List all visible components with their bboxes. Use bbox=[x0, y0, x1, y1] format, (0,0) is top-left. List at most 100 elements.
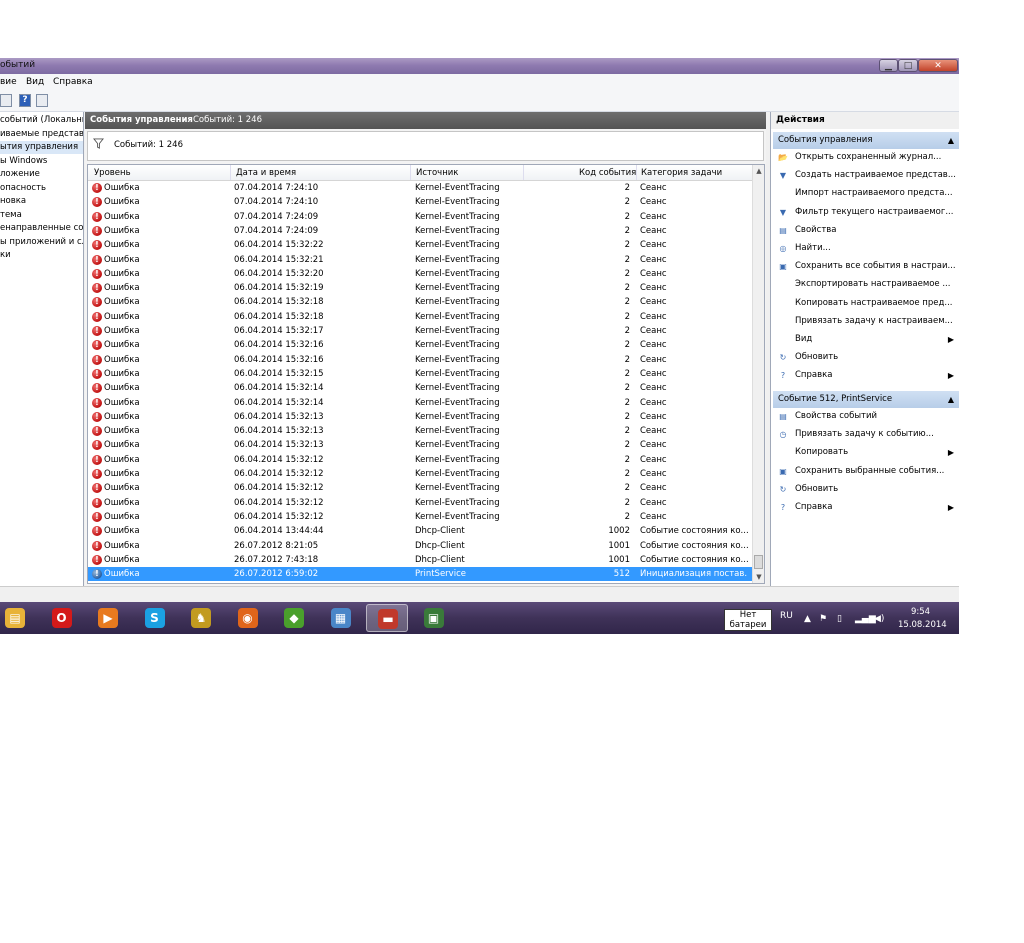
close-button[interactable]: ✕ bbox=[918, 59, 958, 72]
tree-item[interactable]: ы приложений и сл bbox=[0, 236, 83, 249]
table-row[interactable]: ! Ошибка 06.04.2014 15:32:12 Kernel-EventTr… bbox=[88, 453, 752, 467]
menu-help[interactable]: Справка bbox=[53, 77, 93, 87]
menu-view[interactable]: Вид bbox=[26, 77, 44, 87]
table-row[interactable]: ! Ошибка 06.04.2014 15:32:16 Kernel-EventTr… bbox=[88, 338, 752, 352]
table-row[interactable]: ! Ошибка 07.04.2014 7:24:10 Kernel-EventTra… bbox=[88, 195, 752, 209]
table-row[interactable]: ! Ошибка 06.04.2014 15:32:13 Kernel-EventTr… bbox=[88, 438, 752, 452]
action-item[interactable]: ▤ Свойства событий bbox=[773, 408, 959, 425]
taskbar-button[interactable]: S bbox=[134, 604, 176, 632]
table-row[interactable]: ! Ошибка 07.04.2014 7:24:09 Kernel-EventTra… bbox=[88, 224, 752, 238]
action-item[interactable]: ▼ Фильтр текущего настраиваемог... bbox=[773, 204, 959, 221]
table-row[interactable]: ! Ошибка 06.04.2014 15:32:17 Kernel-EventTr… bbox=[88, 324, 752, 338]
action-item[interactable]: Привязать задачу к настраиваем... bbox=[773, 313, 959, 330]
table-row[interactable]: ! Ошибка 26.07.2012 7:43:18 Dhcp-Client 1001… bbox=[88, 553, 752, 567]
cell-task-category: Сеанс bbox=[640, 411, 667, 422]
action-item[interactable]: ▣ Сохранить выбранные события... bbox=[773, 463, 959, 480]
clock-time[interactable]: 9:54 bbox=[911, 607, 930, 617]
battery-icon[interactable]: ▯ bbox=[837, 614, 842, 624]
table-row[interactable]: ! Ошибка 26.07.2012 6:59:02 PrintService 512… bbox=[88, 567, 752, 582]
volume-icon[interactable]: ◀) bbox=[874, 614, 884, 624]
table-row[interactable]: ! Ошибка 06.04.2014 15:32:12 Kernel-EventTr… bbox=[88, 481, 752, 495]
table-vertical-scrollbar[interactable]: ▲ ▼ bbox=[752, 165, 764, 583]
column-event-code[interactable]: Код события bbox=[579, 168, 636, 178]
table-row[interactable]: ! Ошибка 06.04.2014 15:32:19 Kernel-EventTr… bbox=[88, 281, 752, 295]
show-hide-actions-icon[interactable] bbox=[36, 94, 48, 107]
action-item[interactable]: ▣ Сохранить все события в настраи... bbox=[773, 258, 959, 275]
taskbar-button[interactable]: ▤ bbox=[0, 604, 36, 632]
clock-date[interactable]: 15.08.2014 bbox=[898, 620, 947, 630]
table-row[interactable]: ! Ошибка 07.04.2014 7:24:09 Kernel-EventTra… bbox=[88, 210, 752, 224]
column-date[interactable]: Дата и время bbox=[236, 168, 296, 178]
table-row[interactable]: ! Ошибка 26.07.2012 8:21:05 Dhcp-Client 1001… bbox=[88, 539, 752, 553]
tray-expand-icon[interactable]: ▲ bbox=[804, 614, 811, 624]
action-item[interactable]: Вид ▶ bbox=[773, 331, 959, 348]
event-section-header[interactable]: Событие 512, PrintService ▲ bbox=[773, 391, 959, 408]
tree-item[interactable]: ы Windows bbox=[0, 155, 83, 168]
collapse-icon[interactable]: ▲ bbox=[948, 132, 954, 149]
table-row[interactable]: ! Ошибка 06.04.2014 15:32:12 Kernel-EventTr… bbox=[88, 510, 752, 524]
table-row[interactable]: ! Ошибка 06.04.2014 15:32:13 Kernel-EventTr… bbox=[88, 424, 752, 438]
tree-item[interactable]: ки bbox=[0, 249, 83, 262]
taskbar-button[interactable]: ♞ bbox=[180, 604, 222, 632]
taskbar-button[interactable]: ▶ bbox=[87, 604, 129, 632]
collapse-icon[interactable]: ▲ bbox=[948, 391, 954, 408]
show-hide-tree-icon[interactable] bbox=[0, 94, 12, 107]
table-row[interactable]: ! Ошибка 06.04.2014 15:32:12 Kernel-EventTr… bbox=[88, 496, 752, 510]
table-row[interactable]: ! Ошибка 06.04.2014 15:32:12 Kernel-EventTr… bbox=[88, 467, 752, 481]
action-item[interactable]: 📂 Открыть сохраненный журнал... bbox=[773, 149, 959, 166]
action-item[interactable]: ↻ Обновить bbox=[773, 349, 959, 366]
action-center-flag-icon[interactable]: ⚑ bbox=[819, 614, 827, 624]
column-task-category[interactable]: Категория задачи bbox=[641, 168, 722, 178]
taskbar-button[interactable]: ▬ bbox=[366, 604, 408, 632]
taskbar-button[interactable]: ▣ bbox=[413, 604, 455, 632]
tree-item[interactable]: иваемые представле bbox=[0, 128, 83, 141]
action-item[interactable]: Копировать ▶ bbox=[773, 444, 959, 461]
table-row[interactable]: ! Ошибка 06.04.2014 15:32:15 Kernel-EventTr… bbox=[88, 367, 752, 381]
tree-item[interactable]: енаправленные соб bbox=[0, 222, 83, 235]
table-row[interactable]: ! Ошибка 06.04.2014 15:32:16 Kernel-EventTr… bbox=[88, 353, 752, 367]
table-row[interactable]: ! Ошибка 06.04.2014 15:32:14 Kernel-EventTr… bbox=[88, 381, 752, 395]
maximize-button[interactable]: □ bbox=[898, 59, 918, 72]
action-item[interactable]: ? Справка ▶ bbox=[773, 499, 959, 516]
action-item[interactable]: Импорт настраиваемого предста... bbox=[773, 185, 959, 202]
minimize-button[interactable]: ▁ bbox=[879, 59, 898, 72]
tree-item[interactable]: ытия управления bbox=[0, 141, 83, 154]
column-level[interactable]: Уровень bbox=[94, 168, 131, 178]
tree-item[interactable]: опасность bbox=[0, 182, 83, 195]
actions-section-header[interactable]: События управления ▲ bbox=[773, 132, 959, 149]
taskbar-button[interactable]: ◆ bbox=[273, 604, 315, 632]
scroll-down-arrow-icon[interactable]: ▼ bbox=[753, 571, 764, 583]
table-row[interactable]: ! Ошибка 06.04.2014 15:32:14 Kernel-EventTr… bbox=[88, 396, 752, 410]
action-item[interactable]: ▼ Создать настраиваемое представ... bbox=[773, 167, 959, 184]
action-item[interactable]: ◎ Найти... bbox=[773, 240, 959, 257]
action-item[interactable]: ? Справка ▶ bbox=[773, 367, 959, 384]
tree-item[interactable]: новка bbox=[0, 195, 83, 208]
taskbar-button[interactable]: ▦ bbox=[320, 604, 362, 632]
title-bar[interactable]: обытий ▁ □ ✕ bbox=[0, 58, 959, 74]
table-row[interactable]: ! Ошибка 06.04.2014 13:44:44 Dhcp-Client 100… bbox=[88, 524, 752, 538]
table-row[interactable]: ! Ошибка 06.04.2014 15:32:18 Kernel-EventTr… bbox=[88, 295, 752, 309]
action-item[interactable]: Экспортировать настраиваемое ... bbox=[773, 276, 959, 293]
menu-action[interactable]: вие bbox=[0, 77, 17, 87]
column-source[interactable]: Источник bbox=[416, 168, 458, 178]
table-row[interactable]: ! Ошибка 06.04.2014 15:32:18 Kernel-EventTr… bbox=[88, 310, 752, 324]
tree-item[interactable]: событий (Локальнь bbox=[0, 114, 83, 127]
table-row[interactable]: ! Ошибка 06.04.2014 15:32:20 Kernel-EventTr… bbox=[88, 267, 752, 281]
tree-item[interactable]: ложение bbox=[0, 168, 83, 181]
language-indicator[interactable]: RU bbox=[780, 611, 793, 621]
action-item[interactable]: ◷ Привязать задачу к событию... bbox=[773, 426, 959, 443]
table-row[interactable]: ! Ошибка 06.04.2014 15:32:13 Kernel-EventTr… bbox=[88, 410, 752, 424]
scroll-thumb[interactable] bbox=[754, 555, 763, 569]
scroll-up-arrow-icon[interactable]: ▲ bbox=[753, 165, 764, 177]
action-item[interactable]: ↻ Обновить bbox=[773, 481, 959, 498]
taskbar-button[interactable]: O bbox=[41, 604, 83, 632]
tree-item[interactable]: тема bbox=[0, 209, 83, 222]
action-item[interactable]: Копировать настраиваемое пред... bbox=[773, 295, 959, 312]
table-row[interactable]: ! Ошибка 07.04.2014 7:24:10 Kernel-EventTra… bbox=[88, 181, 752, 195]
taskbar-button[interactable]: ◉ bbox=[227, 604, 269, 632]
action-item[interactable]: ▤ Свойства bbox=[773, 222, 959, 239]
network-icon[interactable]: ▂▄▆ bbox=[855, 614, 876, 624]
help-icon[interactable]: ? bbox=[19, 94, 31, 107]
table-row[interactable]: ! Ошибка 06.04.2014 15:32:22 Kernel-EventTr… bbox=[88, 238, 752, 252]
table-row[interactable]: ! Ошибка 06.04.2014 15:32:21 Kernel-EventTr… bbox=[88, 253, 752, 267]
